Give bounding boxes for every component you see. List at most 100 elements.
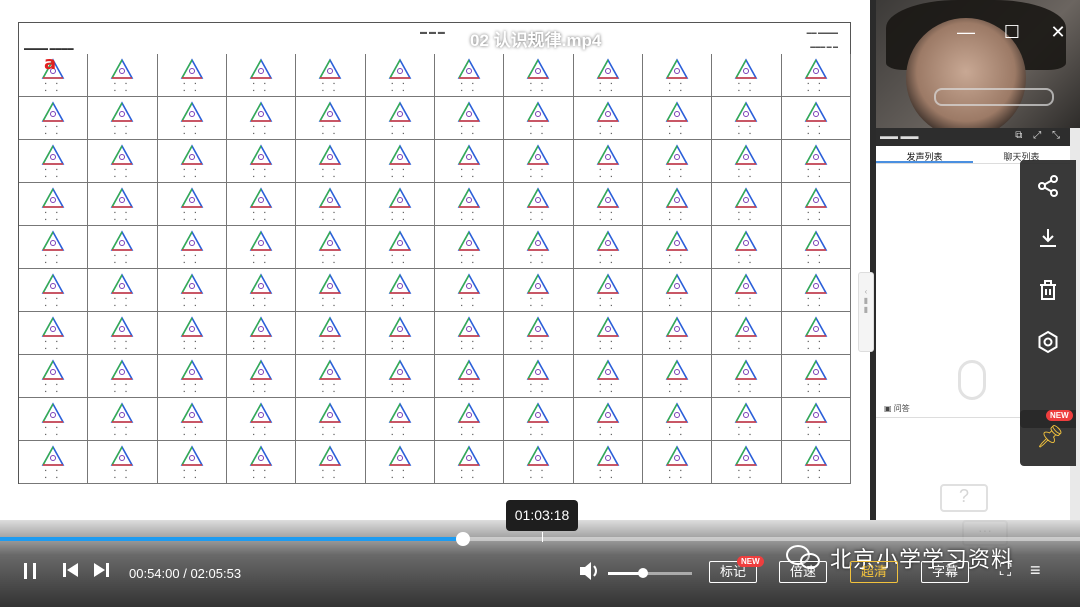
triangle-cell: ▪ ▪ ▪ ▪ [504, 398, 574, 441]
triangle-cell: ▪ ▪ ▪ ▪ [88, 183, 158, 226]
triangle-cell: ▪ ▪ ▪ ▪ [227, 398, 297, 441]
floating-toolbar [1020, 160, 1076, 428]
pause-button[interactable] [22, 562, 38, 585]
triangle-cell: ▪ ▪ ▪ ▪ [712, 398, 782, 441]
volume-icon[interactable] [578, 560, 602, 588]
share-icon[interactable] [1033, 174, 1063, 204]
menu-icon[interactable]: ≡ [1030, 560, 1041, 581]
triangle-cell: ▪ ▪ ▪ ▪ [19, 140, 89, 183]
triangle-cell: ▪ ▪ ▪ ▪ [504, 97, 574, 140]
total-time: 02:05:53 [190, 566, 242, 581]
red-annotation: a [44, 53, 57, 74]
skip-next-icon[interactable] [92, 562, 110, 583]
triangle-cell: ▪ ▪ ▪ ▪ [781, 269, 851, 312]
triangle-cell: ▪ ▪ ▪ ▪ [296, 226, 366, 269]
triangle-cell: ▪ ▪ ▪ ▪ [157, 269, 227, 312]
triangle-cell: ▪ ▪ ▪ ▪ [296, 355, 366, 398]
panel-header-icons[interactable]: ⧉ ⤢ ⤡ [1015, 130, 1064, 141]
progress-bar[interactable] [0, 532, 1080, 546]
triangle-cell: ▪ ▪ ▪ ▪ [504, 183, 574, 226]
time-separator: / [179, 566, 191, 581]
triangle-cell: ▪ ▪ ▪ ▪ [435, 441, 505, 484]
triangle-cell: ▪ ▪ ▪ ▪ [643, 441, 713, 484]
triangle-cell: ▪ ▪ ▪ ▪ [573, 441, 643, 484]
triangle-cell: ▪ ▪ ▪ ▪ [781, 441, 851, 484]
download-icon[interactable] [1033, 226, 1063, 256]
triangle-cell: ▪ ▪ ▪ ▪ [19, 226, 89, 269]
shared-document: ▬ ▬ ▬ ▬▬▬▬ ▬▬▬▬ ▬▬ ▬▬▬▬ ▬▬▬ ▬ ▬ ▪ ▪ ▪ ▪ ▪ ▪… [0, 0, 870, 520]
maximize-icon[interactable]: ☐ [1000, 22, 1024, 43]
triangle-cell: ▪ ▪ ▪ ▪ [573, 398, 643, 441]
triangle-cell: ▪ ▪ ▪ ▪ [781, 312, 851, 355]
triangle-cell: ▪ ▪ ▪ ▪ [88, 355, 158, 398]
triangle-cell: ▪ ▪ ▪ ▪ [88, 97, 158, 140]
triangle-cell: ▪ ▪ ▪ ▪ [19, 355, 89, 398]
video-title: 02 认识规律.mp4 [470, 31, 602, 50]
triangle-cell: ▪ ▪ ▪ ▪ [712, 97, 782, 140]
document-header-text: ▬ ▬ ▬ [420, 29, 445, 36]
time-display: 00:54:00 / 02:05:53 [129, 566, 241, 581]
triangle-cell: ▪ ▪ ▪ ▪ [88, 441, 158, 484]
triangle-cell: ▪ ▪ ▪ ▪ [435, 355, 505, 398]
tab-speaker-list[interactable]: 发声列表 [876, 146, 973, 163]
triangle-cell: ▪ ▪ ▪ ▪ [712, 140, 782, 183]
triangle-cell: ▪ ▪ ▪ ▪ [435, 183, 505, 226]
triangle-cell: ▪ ▪ ▪ ▪ [19, 441, 89, 484]
close-icon[interactable]: ✕ [1046, 22, 1070, 43]
triangle-cell: ▪ ▪ ▪ ▪ [227, 97, 297, 140]
triangle-cell: ▪ ▪ ▪ ▪ [504, 140, 574, 183]
speed-button[interactable]: 倍速 [779, 561, 827, 583]
quality-button[interactable]: 超清 [850, 561, 898, 583]
triangle-cell: ▪ ▪ ▪ ▪ [157, 183, 227, 226]
triangle-cell: ▪ ▪ ▪ ▪ [643, 97, 713, 140]
current-time: 00:54:00 [129, 566, 180, 581]
settings-icon[interactable] [1033, 330, 1063, 360]
document-caption: ▬▬▬▬ ▬▬▬▬ [24, 46, 74, 52]
triangle-cell: ▪ ▪ ▪ ▪ [88, 312, 158, 355]
seek-preview-time: 01:03:18 [506, 500, 578, 531]
triangle-cell: ▪ ▪ ▪ ▪ [573, 312, 643, 355]
fullscreen-icon[interactable]: ⛶ [1000, 562, 1011, 580]
triangle-cell: ▪ ▪ ▪ ▪ [88, 226, 158, 269]
triangle-cell: ▪ ▪ ▪ ▪ [365, 312, 435, 355]
triangle-cell: ▪ ▪ ▪ ▪ [712, 183, 782, 226]
triangle-cell: ▪ ▪ ▪ ▪ [296, 441, 366, 484]
video-player[interactable]: ▬ ▬ ▬ ▬▬▬▬ ▬▬▬▬ ▬▬ ▬▬▬▬ ▬▬▬ ▬ ▬ ▪ ▪ ▪ ▪ ▪ ▪… [0, 0, 1080, 607]
question-icon: ? [940, 484, 988, 512]
triangle-cell: ▪ ▪ ▪ ▪ [643, 398, 713, 441]
triangle-cell: ▪ ▪ ▪ ▪ [504, 54, 574, 97]
delete-icon[interactable] [1033, 278, 1063, 308]
triangle-cell: ▪ ▪ ▪ ▪ [365, 183, 435, 226]
triangle-cell: ▪ ▪ ▪ ▪ [573, 183, 643, 226]
triangle-cell: ▪ ▪ ▪ ▪ [296, 54, 366, 97]
skip-previous-icon[interactable] [62, 562, 80, 583]
triangle-cell: ▪ ▪ ▪ ▪ [435, 140, 505, 183]
triangle-cell: ▪ ▪ ▪ ▪ [781, 398, 851, 441]
panel-header: ▬▬ ▬▬ ⧉ ⤢ ⤡ [876, 128, 1070, 146]
panel-collapse-handle[interactable]: ‹ ▮ ▮ [858, 272, 874, 352]
triangle-grid: ▪ ▪ ▪ ▪ ▪ ▪ ▪ ▪ ▪ ▪ ▪ ▪ ▪ ▪ ▪ ▪ ▪ ▪ ▪ ▪ ▪ ▪ ▪ ▪ ▪ ▪ ▪… [19, 54, 851, 484]
minimize-icon[interactable]: — [954, 22, 978, 43]
subtitle-button[interactable]: 字幕 [921, 561, 969, 583]
triangle-cell: ▪ ▪ ▪ ▪ [781, 355, 851, 398]
triangle-cell: ▪ ▪ ▪ ▪ [712, 312, 782, 355]
triangle-cell: ▪ ▪ ▪ ▪ [643, 269, 713, 312]
triangle-cell: ▪ ▪ ▪ ▪ [365, 441, 435, 484]
triangle-cell: ▪ ▪ ▪ ▪ [296, 398, 366, 441]
triangle-cell: ▪ ▪ ▪ ▪ [19, 312, 89, 355]
triangle-cell: ▪ ▪ ▪ ▪ [88, 54, 158, 97]
progress-fill [0, 537, 464, 541]
chat-icon: ▣ [884, 404, 892, 413]
triangle-cell: ▪ ▪ ▪ ▪ [227, 269, 297, 312]
triangle-cell: ▪ ▪ ▪ ▪ [712, 226, 782, 269]
triangle-cell: ▪ ▪ ▪ ▪ [643, 355, 713, 398]
volume-slider[interactable] [608, 568, 692, 578]
triangle-cell: ▪ ▪ ▪ ▪ [227, 54, 297, 97]
triangle-cell: ▪ ▪ ▪ ▪ [504, 226, 574, 269]
triangle-cell: ▪ ▪ ▪ ▪ [365, 226, 435, 269]
triangle-cell: ▪ ▪ ▪ ▪ [435, 54, 505, 97]
triangle-cell: ▪ ▪ ▪ ▪ [712, 355, 782, 398]
triangle-cell: ▪ ▪ ▪ ▪ [157, 398, 227, 441]
triangle-cell: ▪ ▪ ▪ ▪ [227, 441, 297, 484]
triangle-cell: ▪ ▪ ▪ ▪ [19, 269, 89, 312]
